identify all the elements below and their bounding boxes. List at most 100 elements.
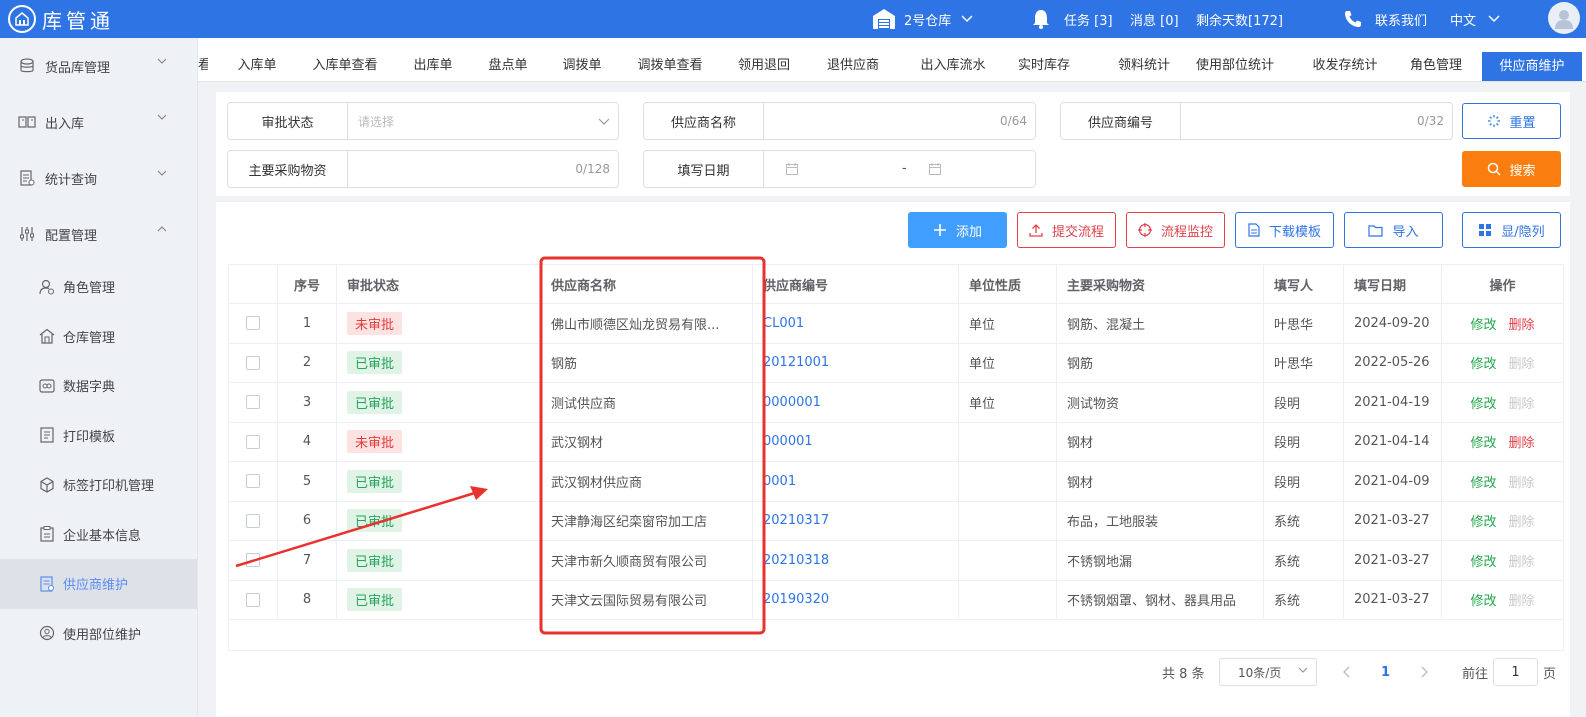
row-checkbox[interactable] bbox=[246, 592, 260, 607]
sidebar-group-config[interactable]: 配置管理 bbox=[0, 206, 197, 262]
date-range-input[interactable]: - bbox=[764, 151, 1035, 187]
messages-link[interactable]: 消息 [0] bbox=[1130, 0, 1179, 38]
tab-supplier-maintenance[interactable]: 供应商维护 bbox=[1482, 52, 1582, 81]
sidebar-item-supplier-maintenance[interactable]: 供应商维护 bbox=[0, 559, 197, 609]
supplier-code: CL001 bbox=[763, 315, 805, 331]
cart-icon bbox=[18, 113, 36, 131]
table-row[interactable]: 5 已审批 武汉钢材供应商 0001 钢材 段明 2021-04-09 修改 删除 bbox=[229, 462, 1563, 502]
add-button[interactable]: 添加 bbox=[908, 212, 1007, 248]
next-page-button[interactable] bbox=[1420, 658, 1428, 686]
tab-return-use[interactable]: 领用退回 bbox=[730, 50, 798, 81]
days-left-text: 剩余天数[172] bbox=[1196, 13, 1283, 29]
edit-link[interactable]: 修改 bbox=[1470, 511, 1496, 530]
tab-transfer-view[interactable]: 调拨单查看 bbox=[629, 50, 711, 81]
table-row[interactable]: 8 已审批 天津文云国际贸易有限公司 20190320 不锈钢烟罩、钢材、器具用品 系统 2… bbox=[229, 580, 1563, 620]
delete-link[interactable]: 删除 bbox=[1509, 432, 1535, 451]
home-icon bbox=[38, 328, 55, 345]
submit-flow-button[interactable]: 提交流程 bbox=[1017, 212, 1116, 248]
tab-inbound[interactable]: 入库单 bbox=[228, 50, 286, 81]
download-template-button[interactable]: 下载模板 bbox=[1235, 212, 1334, 248]
table-row[interactable]: 1 未审批 佛山市顺德区灿龙贸易有限... CL001 单位 钢筋、混凝土 叶思华 2024-… bbox=[229, 304, 1563, 344]
approval-status-select[interactable]: 请选择 bbox=[348, 103, 618, 139]
tab-stocktake[interactable]: 盘点单 bbox=[479, 50, 537, 81]
row-checkbox[interactable] bbox=[246, 355, 260, 370]
date-range-field[interactable]: 填写日期 - bbox=[643, 150, 1036, 188]
edit-link[interactable]: 修改 bbox=[1470, 472, 1496, 491]
tab-return-supplier[interactable]: 退供应商 bbox=[817, 50, 889, 81]
language-selector[interactable]: 中文 bbox=[1450, 0, 1500, 38]
toggle-columns-button[interactable]: 显/隐列 bbox=[1462, 212, 1561, 248]
tab-partial[interactable]: 看 bbox=[198, 50, 208, 81]
tab-stock-summary[interactable]: 收发存统计 bbox=[1302, 50, 1388, 81]
monitor-flow-button[interactable]: 流程监控 bbox=[1126, 212, 1225, 248]
current-page[interactable]: 1 bbox=[1381, 658, 1390, 686]
materials-input[interactable]: 0/128 bbox=[348, 151, 618, 187]
row-checkbox[interactable] bbox=[246, 434, 260, 449]
tab-inbound-view[interactable]: 入库单查看 bbox=[304, 50, 386, 81]
table-row[interactable]: 2 已审批 钢筋 20121001 单位 钢筋 叶思华 2022-05-26 修改 删除 bbox=[229, 343, 1563, 383]
row-checkbox[interactable] bbox=[246, 513, 260, 528]
tasks-count: 任务 [3] bbox=[1064, 13, 1113, 29]
tab-transfer[interactable]: 调拨单 bbox=[553, 50, 611, 81]
sidebar-item-data-dictionary[interactable]: 数据字典 bbox=[0, 361, 197, 411]
edit-link[interactable]: 修改 bbox=[1470, 590, 1496, 609]
tab-material-stats[interactable]: 领料统计 bbox=[1108, 50, 1180, 81]
table-row[interactable]: 6 已审批 天津静海区纪栾窗帘加工店 20210317 布品，工地服装 系统 2021-03… bbox=[229, 501, 1563, 541]
goto-page-input[interactable]: 1 bbox=[1493, 658, 1538, 686]
tab-flow-records[interactable]: 出入库流水 bbox=[908, 50, 998, 81]
edit-link[interactable]: 修改 bbox=[1470, 432, 1496, 451]
tab-location-stats[interactable]: 使用部位统计 bbox=[1185, 50, 1285, 81]
warehouse-selector[interactable]: 2号仓库 bbox=[872, 0, 973, 38]
edit-link[interactable]: 修改 bbox=[1470, 314, 1496, 333]
user-avatar[interactable] bbox=[1548, 2, 1580, 34]
sidebar-group-label: 配置管理 bbox=[45, 228, 98, 244]
supplier-name-field[interactable]: 供应商名称 0/64 bbox=[643, 102, 1036, 140]
sidebar-group-in-out[interactable]: 出入库 bbox=[0, 94, 197, 150]
delete-link[interactable]: 删除 bbox=[1509, 314, 1535, 333]
cell-nature bbox=[959, 580, 1057, 619]
table-row[interactable]: 3 已审批 测试供应商 0000001 单位 测试物资 段明 2021-04-19 修改 删除 bbox=[229, 383, 1563, 423]
table-row[interactable]: 7 已审批 天津市新久顺商贸有限公司 20210318 不锈钢地漏 系统 2021-03-2… bbox=[229, 541, 1563, 581]
import-button[interactable]: 导入 bbox=[1344, 212, 1443, 248]
approval-status-field[interactable]: 审批状态 请选择 bbox=[227, 102, 619, 140]
row-checkbox[interactable] bbox=[246, 395, 260, 410]
monitor-flow-label: 流程监控 bbox=[1160, 224, 1213, 240]
supplier-code-input[interactable]: 0/32 bbox=[1181, 103, 1452, 139]
tab-role-management[interactable]: 角色管理 bbox=[1402, 50, 1470, 81]
tasks-link[interactable]: 任务 [3] bbox=[1030, 0, 1113, 38]
sidebar-item-label-printer[interactable]: 标签打印机管理 bbox=[0, 460, 197, 510]
tab-realtime-stock[interactable]: 实时库存 bbox=[1009, 50, 1079, 81]
chevron-right-icon bbox=[1421, 666, 1428, 678]
sidebar-item-usage-location[interactable]: 使用部位维护 bbox=[0, 609, 197, 659]
edit-link[interactable]: 修改 bbox=[1470, 353, 1496, 372]
row-checkbox[interactable] bbox=[246, 474, 260, 489]
reset-button[interactable]: 重置 bbox=[1462, 103, 1561, 139]
app-logo[interactable]: 库管通 bbox=[8, 5, 114, 34]
page-size-select[interactable]: 10条/页 bbox=[1219, 658, 1317, 686]
sidebar-item-label: 打印模板 bbox=[63, 429, 116, 445]
edit-link[interactable]: 修改 bbox=[1470, 393, 1496, 412]
cell-materials: 不锈钢地漏 bbox=[1057, 541, 1264, 580]
row-checkbox[interactable] bbox=[246, 553, 260, 568]
cell-nature: 单位 bbox=[959, 343, 1057, 382]
prev-page-button[interactable] bbox=[1343, 658, 1351, 686]
sidebar-group-statistics[interactable]: 统计查询 bbox=[0, 150, 197, 206]
tab-outbound[interactable]: 出库单 bbox=[404, 50, 462, 81]
row-checkbox[interactable] bbox=[246, 316, 260, 331]
cell-date: 2022-05-26 bbox=[1344, 343, 1442, 382]
search-button[interactable]: 搜索 bbox=[1462, 151, 1561, 187]
supplier-name-input[interactable]: 0/64 bbox=[764, 103, 1035, 139]
sidebar-item-company-info[interactable]: 企业基本信息 bbox=[0, 510, 197, 560]
sidebar-group-inventory[interactable]: 货品库管理 bbox=[0, 38, 197, 94]
cell-date: 2021-03-27 bbox=[1344, 580, 1442, 619]
sidebar-item-role-management[interactable]: 角色管理 bbox=[0, 262, 197, 312]
sidebar-item-print-template[interactable]: 打印模板 bbox=[0, 411, 197, 461]
table-row[interactable]: 4 未审批 武汉钢材 000001 钢材 段明 2021-04-14 修改 删除 bbox=[229, 422, 1563, 462]
sidebar-item-warehouse-management[interactable]: 仓库管理 bbox=[0, 312, 197, 362]
edit-link[interactable]: 修改 bbox=[1470, 551, 1496, 570]
contact-link[interactable]: 联系我们 bbox=[1343, 0, 1427, 38]
warehouse-name: 2号仓库 bbox=[904, 13, 952, 29]
supplier-code-field[interactable]: 供应商编号 0/32 bbox=[1060, 102, 1453, 140]
supplier-code-cell: 20190320 bbox=[753, 580, 959, 619]
materials-field[interactable]: 主要采购物资 0/128 bbox=[227, 150, 619, 188]
